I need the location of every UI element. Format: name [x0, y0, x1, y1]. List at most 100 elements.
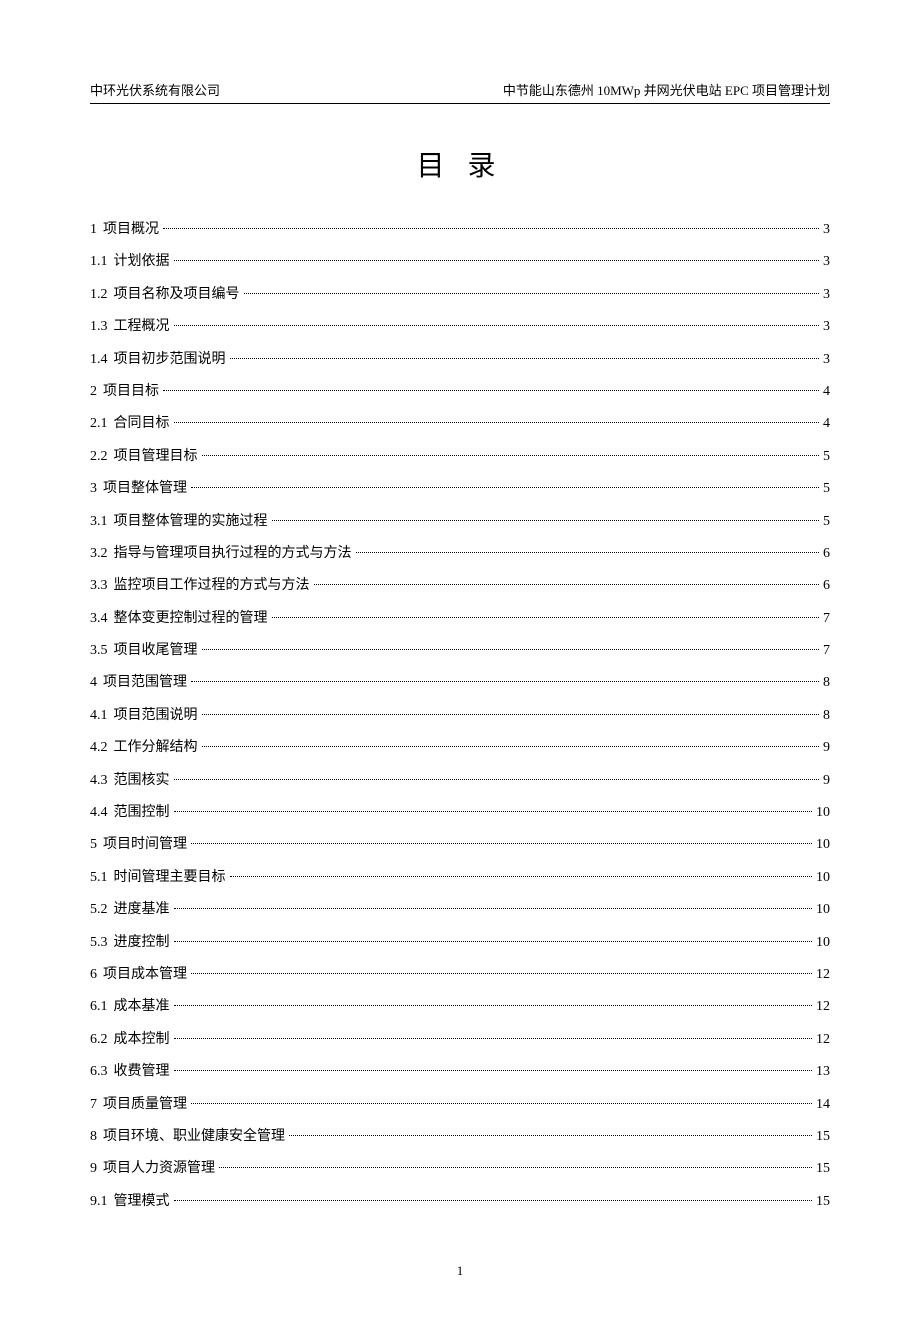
toc-page: 10 [816, 867, 830, 889]
toc-label: 项目管理目标 [114, 446, 198, 468]
toc-number: 4.1 [90, 705, 108, 727]
toc-page: 8 [823, 705, 830, 727]
toc-entry: 8项目环境、职业健康安全管理15 [90, 1126, 830, 1148]
toc-entry: 1.3 工程概况 3 [90, 316, 830, 338]
toc-number: 2 [90, 381, 97, 403]
toc-page: 4 [823, 413, 830, 435]
toc-leader-dots [174, 325, 820, 326]
toc-leader-dots [191, 1103, 812, 1104]
toc-entry: 5.1时间管理主要目标10 [90, 867, 830, 889]
toc-page: 5 [823, 446, 830, 468]
toc-number: 4 [90, 672, 97, 694]
toc-entry: 6.2成本控制12 [90, 1029, 830, 1051]
toc-entry: 1.1计划依据3 [90, 251, 830, 273]
toc-leader-dots [202, 746, 820, 747]
toc-number: 9 [90, 1158, 97, 1180]
toc-label: 整体变更控制过程的管理 [114, 608, 268, 630]
toc-entry: 9项目人力资源管理15 [90, 1158, 830, 1180]
toc-number: 6.3 [90, 1061, 108, 1083]
toc-label: 项目时间管理 [103, 834, 187, 856]
toc-entry: 4.1项目范围说明8 [90, 705, 830, 727]
toc-leader-dots [174, 260, 820, 261]
toc-entry: 1.2项目名称及项目编号3 [90, 284, 830, 306]
toc-leader-dots [174, 908, 813, 909]
toc-label: 计划依据 [114, 251, 170, 273]
toc-label: 进度基准 [114, 899, 170, 921]
toc-entry: 5.3进度控制10 [90, 932, 830, 954]
toc-number: 4.3 [90, 770, 108, 792]
toc-entry: 6项目成本管理12 [90, 964, 830, 986]
toc-entry: 2.2项目管理目标5 [90, 446, 830, 468]
toc-page: 3 [823, 219, 830, 241]
toc-page: 5 [823, 511, 830, 533]
toc-label: 项目名称及项目编号 [114, 284, 240, 306]
toc-number: 3.2 [90, 543, 108, 565]
toc-page: 15 [816, 1126, 830, 1148]
toc-leader-dots [230, 358, 820, 359]
toc-entry: 3.5项目收尾管理7 [90, 640, 830, 662]
toc-page: 5 [823, 478, 830, 500]
toc-number: 6.2 [90, 1029, 108, 1051]
toc-number: 9.1 [90, 1191, 108, 1213]
toc-page: 9 [823, 737, 830, 759]
toc-page: 6 [823, 575, 830, 597]
toc-leader-dots [174, 422, 820, 423]
toc-label: 项目整体管理的实施过程 [114, 511, 268, 533]
toc-page: 10 [816, 834, 830, 856]
toc-entry: 4项目范围管理8 [90, 672, 830, 694]
toc-leader-dots [314, 584, 820, 585]
toc-entry: 5项目时间管理10 [90, 834, 830, 856]
toc-page: 10 [816, 932, 830, 954]
toc-leader-dots [174, 779, 820, 780]
toc-page: 8 [823, 672, 830, 694]
toc-page: 3 [823, 284, 830, 306]
page-header: 中环光伏系统有限公司 中节能山东德州 10MWp 并网光伏电站 EPC 项目管理… [90, 80, 830, 104]
toc-leader-dots [191, 487, 819, 488]
toc-leader-dots [163, 390, 819, 391]
toc-entry: 3.4整体变更控制过程的管理7 [90, 608, 830, 630]
toc-leader-dots [174, 1200, 813, 1201]
toc-page: 3 [823, 316, 830, 338]
toc-label: 管理模式 [114, 1191, 170, 1213]
toc-number: 3.5 [90, 640, 108, 662]
toc-leader-dots [219, 1167, 812, 1168]
toc-label: 指导与管理项目执行过程的方式与方法 [114, 543, 352, 565]
toc-leader-dots [272, 617, 820, 618]
toc-label: 项目初步范围说明 [114, 349, 226, 371]
toc-number: 1.3 [90, 316, 108, 338]
toc-number: 6 [90, 964, 97, 986]
toc-label: 工程概况 [114, 316, 170, 338]
toc-leader-dots [174, 1005, 813, 1006]
toc-entry: 5.2进度基准10 [90, 899, 830, 921]
toc-label: 进度控制 [114, 932, 170, 954]
toc-leader-dots [174, 941, 813, 942]
toc-leader-dots [244, 293, 820, 294]
toc-leader-dots [191, 843, 812, 844]
toc-page: 13 [816, 1061, 830, 1083]
toc-leader-dots [230, 876, 813, 877]
toc-page: 6 [823, 543, 830, 565]
toc-label: 项目人力资源管理 [103, 1158, 215, 1180]
toc-leader-dots [202, 455, 820, 456]
toc-label: 项目成本管理 [103, 964, 187, 986]
toc-entry: 3.2 指导与管理项目执行过程的方式与方法 6 [90, 543, 830, 565]
toc-label: 范围核实 [114, 770, 170, 792]
toc-entry: 4.4范围控制10 [90, 802, 830, 824]
toc-page: 3 [823, 251, 830, 273]
toc-label: 监控项目工作过程的方式与方法 [114, 575, 310, 597]
toc-entry: 3.1项目整体管理的实施过程5 [90, 511, 830, 533]
toc-entry: 6.3收费管理13 [90, 1061, 830, 1083]
toc-label: 工作分解结构 [114, 737, 198, 759]
toc-number: 1.4 [90, 349, 108, 371]
toc-page: 10 [816, 899, 830, 921]
toc-entry: 2.1合同目标4 [90, 413, 830, 435]
toc-label: 合同目标 [114, 413, 170, 435]
toc-number: 3.4 [90, 608, 108, 630]
page-footer: 1 [90, 1263, 830, 1279]
toc-entry: 4.2工作分解结构9 [90, 737, 830, 759]
toc-leader-dots [202, 714, 820, 715]
toc-leader-dots [163, 228, 819, 229]
toc-page: 4 [823, 381, 830, 403]
toc-label: 项目概况 [103, 219, 159, 241]
toc-page: 7 [823, 640, 830, 662]
